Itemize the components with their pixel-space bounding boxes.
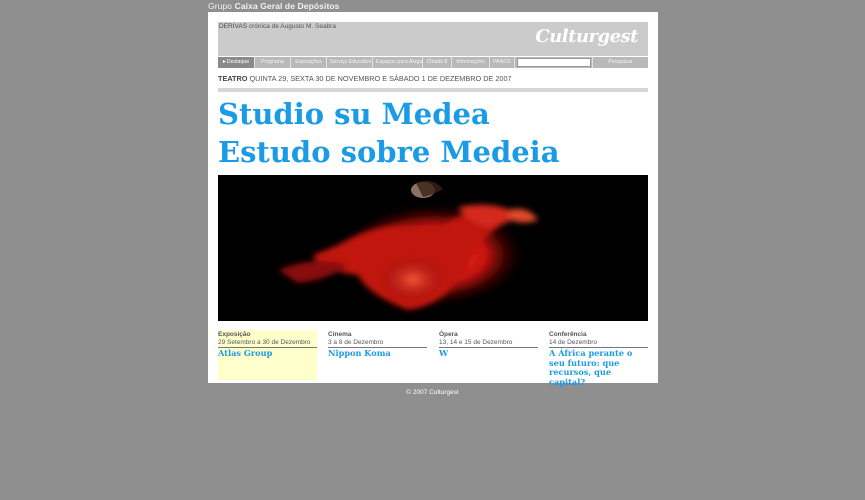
search-button[interactable]: Pesquisar <box>592 57 648 68</box>
feature-link[interactable]: Atlas Group <box>218 348 317 359</box>
divider <box>218 88 648 92</box>
feature-category: Cinema <box>328 331 352 338</box>
culturgest-logo[interactable]: Culturgest <box>535 26 638 47</box>
title-line-1: Studio su Medea <box>218 97 490 131</box>
search-input[interactable] <box>517 58 591 67</box>
footer-copyright: © 2007 Culturgest <box>406 389 459 396</box>
feature-date: 3 a 8 de Dezembro <box>328 339 427 348</box>
feature-link[interactable]: A África perante o seu futuro: que recur… <box>549 348 648 387</box>
feature-link[interactable]: W <box>439 348 538 359</box>
group-brand[interactable]: Grupo Caixa Geral de Depósitos <box>208 1 340 11</box>
brand-name: Caixa Geral de Depósitos <box>234 1 340 11</box>
feature-category: Exposição <box>218 331 251 338</box>
nav-item-chiado[interactable]: Chiado 8 <box>423 57 452 68</box>
nav-item-panos[interactable]: PANOS <box>490 57 515 68</box>
page-title: Studio su Medea Estudo sobre Medeia <box>218 95 560 171</box>
nav-item-exposicoes[interactable]: Exposições <box>291 57 327 68</box>
brand-prefix: Grupo <box>208 1 233 11</box>
main-nav: Destaque Programa Exposições Serviço Edu… <box>218 57 648 68</box>
feature-date: 13, 14 e 15 de Dezembro <box>439 339 538 348</box>
feature-date: 14 de Dezembro <box>549 339 648 348</box>
feature-exposicao: Exposição 29 Setembro a 30 de Dezembro A… <box>218 330 317 380</box>
nav-item-informacoes[interactable]: Informações <box>452 57 490 68</box>
event-dates: QUINTA 29, SEXTA 30 DE NOVEMBRO E SÁBADO… <box>249 74 512 83</box>
hero-image <box>218 175 648 321</box>
nav-item-servico-educativo[interactable]: Serviço Educativo <box>327 57 373 68</box>
feature-date: 29 Setembro a 30 de Dezembro <box>218 339 317 348</box>
derivas-subtitle: crónica de Augusto M. Seabra <box>248 23 336 30</box>
feature-cinema: Cinema 3 a 8 de Dezembro Nippon Koma <box>328 330 427 380</box>
feature-link[interactable]: Nippon Koma <box>328 348 427 359</box>
nav-item-espacos[interactable]: Espaços para Alugar <box>373 57 424 68</box>
event-category: TEATRO <box>218 74 248 83</box>
nav-item-programa[interactable]: Programa <box>255 57 291 68</box>
title-line-2: Estudo sobre Medeia <box>218 135 560 169</box>
derivas-label: DERIVAS <box>219 23 248 30</box>
page-container: DERIVAS crónica de Augusto M. Seabra Cul… <box>208 12 658 386</box>
header-banner: DERIVAS crónica de Augusto M. Seabra Cul… <box>218 22 648 56</box>
feature-opera: Ópera 13, 14 e 15 de Dezembro W <box>439 330 538 380</box>
feature-columns: Exposição 29 Setembro a 30 de Dezembro A… <box>218 330 648 386</box>
feature-category: Ópera <box>439 331 458 338</box>
dancer-photo <box>218 175 648 321</box>
event-info: TEATRO QUINTA 29, SEXTA 30 DE NOVEMBRO E… <box>218 74 512 83</box>
nav-item-destaque[interactable]: Destaque <box>218 57 255 68</box>
feature-category: Conferência <box>549 331 587 338</box>
feature-conferencia: Conferência 14 de Dezembro A África pera… <box>549 330 648 386</box>
derivas-link[interactable]: DERIVAS crónica de Augusto M. Seabra <box>219 23 336 30</box>
